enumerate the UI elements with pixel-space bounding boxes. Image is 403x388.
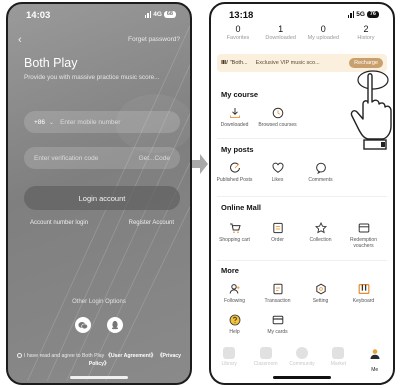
my-course-title: My course [221, 90, 259, 99]
app-subtitle: Provide you with massive practice music … [24, 74, 160, 81]
account-number-login-link[interactable]: Account number login [30, 220, 88, 226]
profile-screen: 13:18 5G 76 0 Favorites 1 Downloaded 0 My u… [209, 2, 395, 385]
country-code-select[interactable]: +86 [34, 119, 45, 126]
published-posts-item[interactable]: Published Posts [213, 162, 256, 183]
agreement-text: I have read and agree to Both Play 《User… [16, 352, 182, 368]
stat-my-uploaded[interactable]: 0 My uploaded [302, 24, 344, 41]
home-indicator [273, 376, 331, 379]
stats-row: 0 Favorites 1 Downloaded 0 My uploaded 2 His… [217, 24, 387, 41]
user-agreement-link[interactable]: 《User Agreement》 [106, 353, 156, 359]
library-icon [223, 347, 236, 359]
back-arrow-icon[interactable]: ‹ [18, 34, 22, 46]
gear-icon [315, 283, 326, 295]
classroom-icon [259, 347, 272, 359]
help-item[interactable]: Help [213, 314, 256, 335]
more-title: More [221, 266, 239, 275]
download-icon [229, 108, 240, 118]
stat-favorites[interactable]: 0 Favorites [217, 24, 259, 41]
comment-icon [315, 162, 326, 174]
vip-title: "Both... [229, 60, 248, 66]
verification-code-placeholder: Enter verification code [34, 154, 99, 162]
vip-logo-icon: Ⅲ/ [221, 60, 228, 66]
more-row-2: Help My cards [213, 314, 391, 335]
transaction-icon [273, 283, 282, 295]
star-icon [314, 222, 327, 234]
tab-classroom[interactable]: Classroom [249, 347, 283, 373]
my-cards-item[interactable]: My cards [256, 314, 299, 335]
comments-item[interactable]: Comments [299, 162, 342, 183]
status-time: 13:18 [229, 10, 254, 21]
order-icon [272, 222, 283, 234]
my-posts-row: Published Posts Likes Comments [213, 162, 391, 183]
login-button[interactable]: Login account [24, 186, 180, 210]
tab-community[interactable]: Community [285, 347, 319, 373]
more-row-1: Following Transaction Setting Keyboard [213, 283, 391, 304]
mobile-number-input[interactable]: +86 ⌄ Enter mobile number [24, 111, 180, 133]
stat-downloaded[interactable]: 1 Downloaded [260, 24, 302, 41]
likes-item[interactable]: Likes [256, 162, 299, 183]
mobile-number-placeholder: Enter mobile number [60, 118, 121, 126]
transaction-item[interactable]: Transaction [256, 283, 299, 304]
network-type: 5G [356, 11, 365, 18]
vip-message: Exclusive VIP music sco... [255, 60, 320, 66]
network-type: 4G [153, 11, 162, 18]
bottom-tab-bar: Library Classroom Community Market Me [211, 347, 393, 373]
course-downloaded-item[interactable]: Downloaded [213, 107, 256, 128]
signal-icon [347, 11, 355, 18]
card-icon [272, 315, 283, 325]
divider [217, 260, 387, 261]
online-mall-row: Shopping cart Order Collection Redemptio… [213, 222, 391, 249]
status-bar: 14:03 4G 68 [8, 10, 190, 24]
forgot-password-link[interactable]: Forget password? [128, 36, 180, 43]
get-code-button[interactable]: Get...Code [139, 155, 170, 162]
app-title: Both Play [24, 56, 78, 70]
my-posts-title: My posts [221, 145, 254, 154]
tab-market[interactable]: Market [321, 347, 355, 373]
status-time: 14:03 [26, 10, 51, 21]
online-mall-title: Online Mall [221, 203, 262, 212]
keyboard-icon [358, 284, 369, 295]
wechat-icon[interactable] [75, 317, 91, 333]
signal-icon [144, 11, 152, 18]
home-indicator [70, 376, 128, 379]
shopping-cart-item[interactable]: Shopping cart [213, 222, 256, 249]
tab-library[interactable]: Library [212, 347, 246, 373]
qq-icon[interactable] [107, 317, 123, 333]
verification-code-input[interactable]: Enter verification code Get...Code [24, 147, 180, 169]
market-icon [332, 347, 345, 359]
login-screen: 14:03 4G 68 ‹ Forget password? Both Play… [6, 2, 192, 385]
order-item[interactable]: Order [256, 222, 299, 249]
browsed-courses-item[interactable]: Browsed courses [256, 107, 299, 128]
battery-icon: 68 [163, 11, 176, 18]
following-item[interactable]: Following [213, 283, 256, 304]
collection-item[interactable]: Collection [299, 222, 342, 249]
keyboard-item[interactable]: Keyboard [342, 283, 385, 304]
user-icon [370, 349, 380, 359]
stat-history[interactable]: 2 History [345, 24, 387, 41]
voucher-icon [358, 223, 369, 233]
status-bar: 13:18 5G 76 [211, 10, 393, 24]
other-login-options-label: Other Login Options [72, 299, 126, 305]
pointing-hand-icon [350, 70, 392, 150]
edit-post-icon [229, 162, 240, 173]
help-icon [229, 314, 240, 326]
heart-icon [271, 162, 284, 173]
setting-item[interactable]: Setting [299, 283, 342, 304]
clock-icon [272, 107, 283, 119]
shopping-cart-icon [229, 223, 241, 234]
community-icon [295, 347, 308, 359]
battery-icon: 76 [366, 11, 379, 18]
login-links: Account number login Register Account [24, 220, 180, 226]
tab-me[interactable]: Me [358, 347, 392, 373]
agreement-radio[interactable] [17, 352, 22, 358]
following-user-icon [229, 284, 240, 294]
register-account-link[interactable]: Register Account [129, 220, 174, 226]
divider [217, 196, 387, 197]
recharge-button[interactable]: Recharge [349, 58, 383, 68]
redemption-vouchers-item[interactable]: Redemption vouchers [342, 222, 385, 249]
right-arrow-icon [192, 154, 208, 174]
social-login-row [8, 317, 190, 333]
chevron-down-icon: ⌄ [49, 119, 55, 126]
